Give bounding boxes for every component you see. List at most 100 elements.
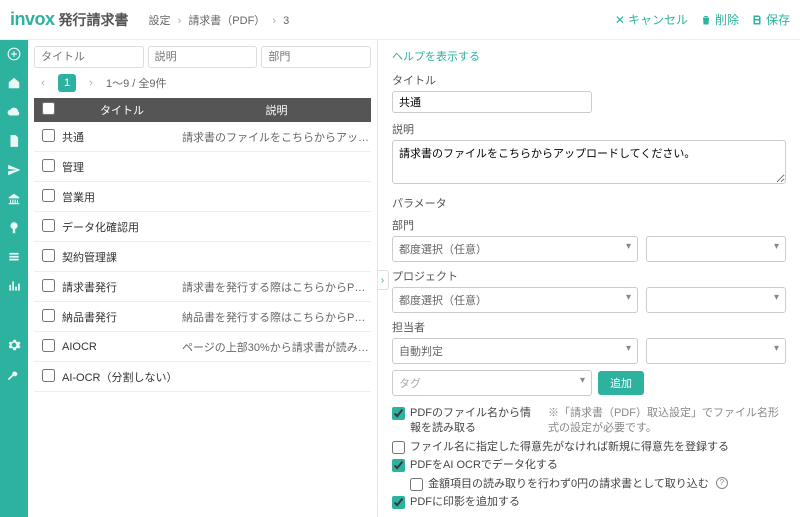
- checkbox-list: PDFのファイル名から情報を読み取る※「請求書（PDF）取込設定」でファイル名形…: [392, 406, 786, 510]
- select-all-checkbox[interactable]: [42, 102, 55, 115]
- proj-select[interactable]: 都度選択（任意）: [392, 287, 638, 313]
- chk-filename-read[interactable]: [392, 407, 405, 420]
- row-title: データ化確認用: [62, 219, 182, 235]
- th-desc: 説明: [182, 102, 371, 118]
- row-title: AI-OCR（分割しない）: [62, 369, 182, 385]
- assignee-sub-select[interactable]: [646, 338, 786, 364]
- filter-row: [34, 46, 371, 68]
- pager: ‹ 1 › 1～9 / 全9件: [34, 74, 371, 92]
- trash-icon: [700, 14, 712, 26]
- dept-label: 部門: [392, 217, 786, 233]
- row-title: 共通: [62, 129, 182, 145]
- proj-sub-select[interactable]: [646, 287, 786, 313]
- row-checkbox[interactable]: [42, 369, 55, 382]
- table-row[interactable]: 営業用: [34, 182, 371, 212]
- nav-cloud-icon[interactable]: [6, 104, 22, 120]
- nav-doc-icon[interactable]: [6, 133, 22, 149]
- pager-next-button[interactable]: ›: [82, 74, 100, 92]
- delete-button[interactable]: 削除: [700, 11, 739, 28]
- sidebar: [0, 40, 28, 517]
- top-actions: ✕ キャンセル 削除 保存: [615, 11, 790, 28]
- row-checkbox[interactable]: [42, 159, 55, 172]
- breadcrumb-sep: ›: [272, 15, 276, 27]
- chk-ai-ocr[interactable]: [392, 459, 405, 472]
- nav-list-icon[interactable]: [6, 249, 22, 265]
- row-title: AIOCR: [62, 341, 182, 353]
- save-icon: [751, 14, 763, 26]
- logo-text: invox: [10, 9, 55, 30]
- table-row[interactable]: 管理: [34, 152, 371, 182]
- row-checkbox[interactable]: [42, 129, 55, 142]
- row-desc: 請求書のファイルをこちらからアップロードし: [182, 129, 371, 145]
- nav-bank-icon[interactable]: [6, 191, 22, 207]
- help-link[interactable]: ヘルプを表示する: [392, 48, 480, 64]
- pager-prev-button[interactable]: ‹: [34, 74, 52, 92]
- table-body: 共通請求書のファイルをこちらからアップロードし管理営業用データ化確認用契約管理課…: [34, 122, 371, 392]
- save-button[interactable]: 保存: [751, 11, 790, 28]
- chk-add-stamp[interactable]: [392, 496, 405, 509]
- filter-desc-input[interactable]: [148, 46, 258, 68]
- pager-summary: 1～9 / 全9件: [106, 75, 167, 91]
- row-desc: 納品書を発行する際はこちらからPDFをアップし: [182, 309, 371, 325]
- filter-dept-input[interactable]: [261, 46, 371, 68]
- table-row[interactable]: AIOCRページの上部30%から請求書が読み取れたペー: [34, 332, 371, 362]
- table-row[interactable]: 請求書発行請求書を発行する際はこちらからPDFをアップし: [34, 272, 371, 302]
- nav-pin-icon[interactable]: [6, 220, 22, 236]
- nav-plus-icon[interactable]: [6, 46, 22, 62]
- help-icon[interactable]: ?: [716, 477, 728, 489]
- row-checkbox[interactable]: [42, 339, 55, 352]
- assignee-label: 担当者: [392, 319, 786, 335]
- table-row[interactable]: データ化確認用: [34, 212, 371, 242]
- row-desc: ページの上部30%から請求書が読み取れたペー: [182, 339, 371, 355]
- table-row[interactable]: 納品書発行納品書を発行する際はこちらからPDFをアップし: [34, 302, 371, 332]
- nav-send-icon[interactable]: [6, 162, 22, 178]
- row-checkbox[interactable]: [42, 189, 55, 202]
- breadcrumb-2[interactable]: 請求書（PDF）: [188, 15, 265, 27]
- row-title: 契約管理課: [62, 249, 182, 265]
- title-label: タイトル: [392, 72, 786, 88]
- nav-chart-icon[interactable]: [6, 278, 22, 294]
- row-checkbox[interactable]: [42, 219, 55, 232]
- title-input[interactable]: [392, 91, 592, 113]
- pager-current[interactable]: 1: [58, 74, 76, 92]
- dept-sub-select[interactable]: [646, 236, 786, 262]
- nav-gear-icon[interactable]: [6, 337, 22, 353]
- row-title: 納品書発行: [62, 309, 182, 325]
- row-checkbox[interactable]: [42, 309, 55, 322]
- expand-handle[interactable]: ›: [378, 270, 389, 290]
- table-head: タイトル 説明: [34, 98, 371, 122]
- product-name: 発行請求書: [59, 10, 129, 30]
- dept-select[interactable]: 都度選択（任意）: [392, 236, 638, 262]
- chk-register-client[interactable]: [392, 441, 405, 454]
- row-checkbox[interactable]: [42, 249, 55, 262]
- row-title: 請求書発行: [62, 279, 182, 295]
- proj-label: プロジェクト: [392, 268, 786, 284]
- desc-label: 説明: [392, 121, 786, 137]
- param-heading: パラメータ: [392, 195, 786, 211]
- table-row[interactable]: AI-OCR（分割しない）: [34, 362, 371, 392]
- row-checkbox[interactable]: [42, 279, 55, 292]
- row-title: 管理: [62, 159, 182, 175]
- table-row[interactable]: 共通請求書のファイルをこちらからアップロードし: [34, 122, 371, 152]
- breadcrumb: 設定 › 請求書（PDF） › 3: [149, 12, 290, 28]
- assignee-select[interactable]: 自動判定: [392, 338, 638, 364]
- breadcrumb-1[interactable]: 設定: [149, 15, 171, 27]
- row-desc: 請求書を発行する際はこちらからPDFをアップし: [182, 279, 371, 295]
- table-row[interactable]: 契約管理課: [34, 242, 371, 272]
- filter-title-input[interactable]: [34, 46, 144, 68]
- breadcrumb-sep: ›: [178, 15, 182, 27]
- desc-textarea[interactable]: [392, 140, 786, 184]
- tag-select[interactable]: タグ: [392, 370, 592, 396]
- nav-home-icon[interactable]: [6, 75, 22, 91]
- cancel-button[interactable]: ✕ キャンセル: [615, 11, 688, 28]
- tag-add-button[interactable]: 追加: [598, 371, 644, 395]
- row-title: 営業用: [62, 189, 182, 205]
- chk-zero-yen[interactable]: [410, 478, 423, 491]
- topbar: invox 発行請求書 設定 › 請求書（PDF） › 3 ✕ キャンセル 削除…: [0, 0, 800, 40]
- list-pane: ‹ 1 › 1～9 / 全9件 タイトル 説明 共通請求書のファイルをこちらから…: [28, 40, 378, 517]
- th-title: タイトル: [62, 102, 182, 118]
- detail-pane: › ヘルプを表示する タイトル 説明 パラメータ 部門 都度選択（任意） プロジ…: [378, 40, 800, 517]
- logo: invox 発行請求書: [10, 9, 129, 30]
- nav-key-icon[interactable]: [6, 366, 22, 382]
- breadcrumb-3: 3: [283, 15, 289, 27]
